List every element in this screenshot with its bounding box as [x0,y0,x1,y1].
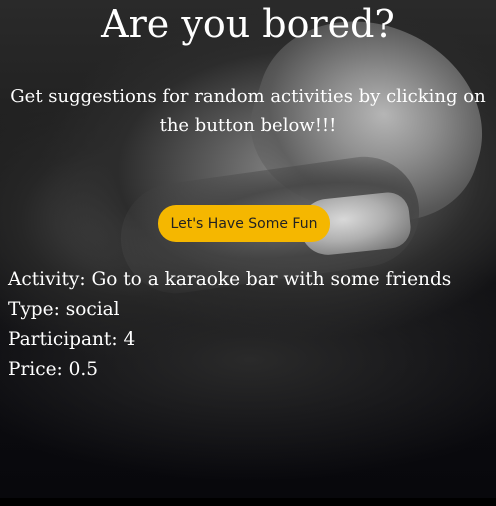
activity-result: Activity: Go to a karaoke bar with some … [8,265,488,385]
page-title: Are you bored? [101,2,395,46]
activity-label: Activity: [8,269,86,290]
participants-line: Participant: 4 [8,325,488,355]
activity-line: Activity: Go to a karaoke bar with some … [8,265,488,295]
main-content: Are you bored? Get suggestions for rando… [0,0,496,498]
type-line: Type: social [8,295,488,325]
bottom-strip [0,498,496,506]
price-value: 0.5 [68,359,99,380]
participants-value: 4 [123,329,136,350]
type-value: social [65,299,120,320]
price-line: Price: 0.5 [8,355,488,385]
price-label: Price: [8,359,63,380]
page-subtitle: Get suggestions for random activities by… [10,86,486,136]
type-label: Type: [8,299,60,320]
activity-value: Go to a karaoke bar with some friends [91,269,452,290]
have-fun-button[interactable]: Let's Have Some Fun [158,205,330,242]
participants-label: Participant: [8,329,118,350]
